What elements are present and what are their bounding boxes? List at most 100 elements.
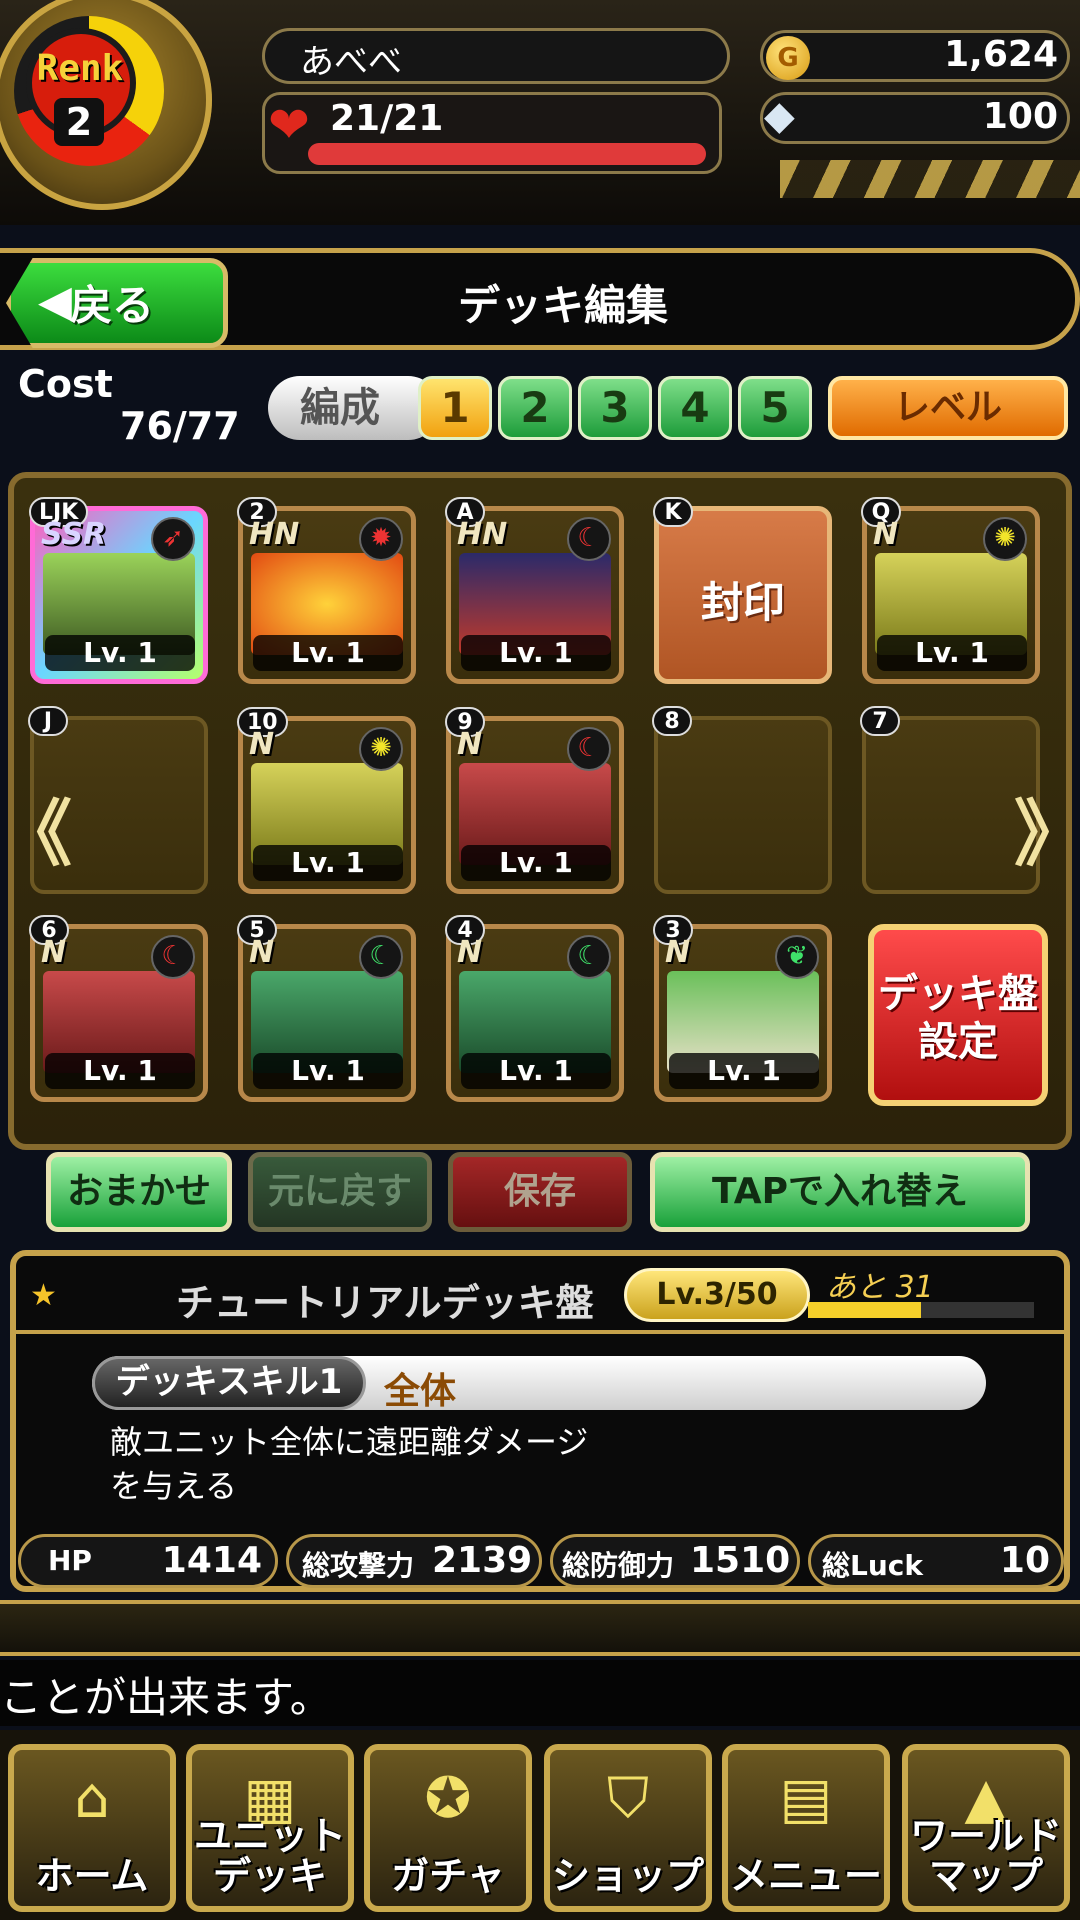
slot-tag: J	[28, 706, 68, 736]
slot-tag: 7	[860, 706, 900, 736]
unit-slot-6[interactable]: 6 N ☾ Lv. 1	[29, 915, 208, 1102]
stat-luck-value: 10	[999, 1540, 1050, 1581]
formation-tab-2[interactable]: 2	[498, 376, 572, 440]
page-left-arrow-icon[interactable]: 《	[0, 775, 72, 880]
slot-tag: K	[653, 497, 693, 527]
panel-divider	[16, 1330, 1064, 1334]
star-icon: ★	[30, 1278, 57, 1313]
nav-menu[interactable]: ▤ メニュー	[722, 1744, 890, 1912]
formation-tab-1[interactable]: 1	[418, 376, 492, 440]
unit-slot-ljk[interactable]: LJK SSR ➶ Lv. 1	[29, 497, 208, 684]
gold-amount: 1,624	[944, 34, 1058, 75]
fire-element-icon: ✹	[359, 517, 403, 561]
menu-icon: ▤	[779, 1766, 833, 1831]
ticker-message: ことが出来ます。	[0, 1673, 332, 1722]
unit-level: Lv. 1	[253, 1053, 403, 1089]
light-element-icon: ✺	[983, 517, 1027, 561]
player-name: あべべ	[300, 42, 402, 82]
basket-icon: ⛉	[607, 1766, 649, 1831]
gacha-icon: ✪	[424, 1766, 472, 1831]
formation-tab-3[interactable]: 3	[578, 376, 652, 440]
nav-menu-label: メニュー	[729, 1854, 882, 1898]
home-icon: ⌂	[74, 1766, 110, 1831]
nav-world-map[interactable]: ▲ ワールド マップ	[902, 1744, 1070, 1912]
deck-skill-target: 全体	[384, 1371, 457, 1412]
nav-home-label: ホーム	[35, 1854, 149, 1898]
back-arrow-icon: ◀	[38, 276, 72, 327]
unit-slot-2[interactable]: 2 HN ✹ Lv. 1	[237, 497, 416, 684]
unit-level: Lv. 1	[253, 845, 403, 881]
unit-slot-4[interactable]: 4 N ☾ Lv. 1	[445, 915, 624, 1102]
nav-home[interactable]: ⌂ ホーム	[8, 1744, 176, 1912]
nav-unit-deck-label: ユニット デッキ	[193, 1814, 346, 1898]
wood-element-icon: ❦	[775, 935, 819, 979]
unit-level: Lv. 1	[45, 1053, 195, 1089]
gem-amount: 100	[982, 96, 1058, 137]
level-sort-button[interactable]: レベル	[828, 376, 1068, 440]
unit-level: Lv. 1	[461, 635, 611, 671]
formation-tab-5[interactable]: 5	[738, 376, 812, 440]
stat-attack-label: 総攻撃力	[302, 1549, 415, 1582]
ticker-decoration	[0, 1600, 1080, 1656]
rarity-badge: N	[665, 935, 691, 970]
rarity-badge: SSR	[41, 517, 107, 552]
wind-element-icon: ☾	[359, 935, 403, 979]
rarity-badge: N	[457, 935, 483, 970]
unit-slot-a[interactable]: A HN ☾ Lv. 1	[445, 497, 624, 684]
rarity-badge: N	[249, 727, 275, 762]
unit-level: Lv. 1	[877, 635, 1027, 671]
stat-hp-label: HP	[48, 1544, 92, 1577]
slot-tag: 8	[652, 706, 692, 736]
light-element-icon: ✺	[359, 727, 403, 771]
rarity-badge: HN	[457, 517, 508, 552]
page-right-arrow-icon[interactable]: 》	[1014, 775, 1080, 880]
unit-slot-5[interactable]: 5 N ☾ Lv. 1	[237, 915, 416, 1102]
empty-slot-8[interactable]: 8	[652, 706, 832, 894]
stat-luck-label: 総Luck	[822, 1549, 923, 1582]
revert-button[interactable]: 元に戻す	[248, 1152, 432, 1232]
seal-label: 封印	[700, 578, 785, 627]
unit-slot-9[interactable]: 9 N ☾ Lv. 1	[445, 707, 624, 894]
wind-element-icon: ☾	[567, 935, 611, 979]
header-decoration	[780, 160, 1080, 198]
heart-icon: ❤	[268, 96, 310, 154]
deck-skill-label: デッキスキル1	[92, 1356, 366, 1410]
gold-coin-icon: G	[766, 36, 810, 80]
unit-slot-3[interactable]: 3 N ❦ Lv. 1	[653, 915, 832, 1102]
stat-defense-label: 総防御力	[562, 1549, 675, 1582]
unit-level: Lv. 1	[461, 845, 611, 881]
tap-swap-button[interactable]: TAPで入れ替え	[650, 1152, 1030, 1232]
unit-level: Lv. 1	[253, 635, 403, 671]
exp-remaining: あと 31	[826, 1270, 934, 1305]
nav-shop[interactable]: ⛉ ショップ	[544, 1744, 712, 1912]
rank-number: 2	[54, 98, 104, 146]
nav-shop-label: ショップ	[551, 1854, 704, 1898]
unit-level: Lv. 1	[45, 635, 195, 671]
rarity-badge: HN	[249, 517, 300, 552]
exp-bar-fill	[808, 1302, 921, 1318]
deck-board-name: チュートリアルデッキ盤	[176, 1281, 594, 1325]
nav-unit-deck[interactable]: ▦ ユニット デッキ	[186, 1744, 354, 1912]
deck-level-badge: Lv.3/50	[624, 1268, 810, 1322]
hp-bar	[308, 143, 706, 165]
nav-gacha[interactable]: ✪ ガチャ	[364, 1744, 532, 1912]
fire-element-icon: ➶	[151, 517, 195, 561]
unit-slot-q[interactable]: Q N ✺ Lv. 1	[861, 497, 1040, 684]
deck-board-settings-label: デッキ盤 設定	[878, 971, 1038, 1065]
diamond-icon: ◆	[764, 93, 795, 139]
rarity-badge: N	[41, 935, 67, 970]
page-title: デッキ編集	[457, 281, 668, 330]
cost-label: Cost	[18, 362, 113, 406]
formation-label: 編成	[268, 376, 440, 440]
nav-gacha-label: ガチャ	[391, 1854, 505, 1898]
stat-attack-value: 2139	[432, 1540, 533, 1581]
stat-hp-value: 1414	[161, 1540, 262, 1581]
sealed-slot-k[interactable]: K 封印	[653, 497, 832, 684]
unit-slot-10[interactable]: 10 N ✺ Lv. 1	[237, 707, 416, 894]
auto-arrange-button[interactable]: おまかせ	[46, 1152, 232, 1232]
rarity-badge: N	[873, 517, 899, 552]
formation-tab-4[interactable]: 4	[658, 376, 732, 440]
save-button[interactable]: 保存	[448, 1152, 632, 1232]
unit-level: Lv. 1	[461, 1053, 611, 1089]
rarity-badge: N	[457, 727, 483, 762]
